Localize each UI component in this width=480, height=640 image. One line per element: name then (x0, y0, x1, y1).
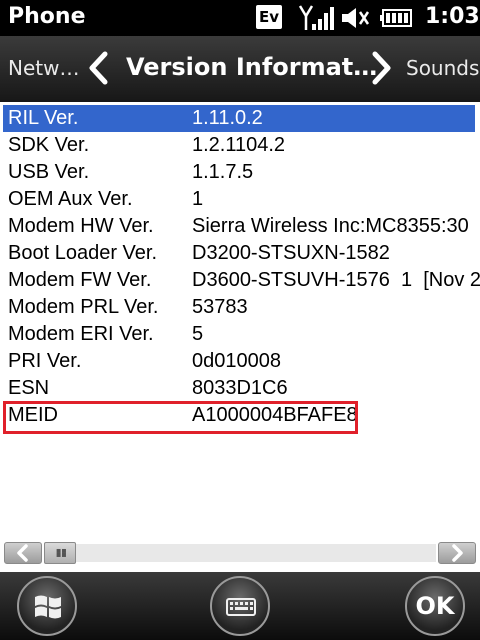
list-item-oem-aux-ver[interactable]: OEM Aux Ver. 1 (0, 186, 480, 213)
meid-highlight-box (3, 401, 358, 434)
row-label: OEM Aux Ver. (8, 188, 133, 210)
clock[interactable]: 1:03 (425, 4, 480, 29)
ev-network-icon[interactable]: Ev (256, 5, 282, 29)
row-label: USB Ver. (8, 161, 90, 183)
list-item-modem-eri-ver[interactable]: Modem ERI Ver. 5 (0, 321, 480, 348)
list-item-usb-ver[interactable]: USB Ver. 1.1.7.5 (0, 159, 480, 186)
row-value: D3600-STSUVH-1576 1 [Nov 2 (192, 269, 480, 291)
keyboard-icon (226, 598, 256, 616)
page-title: Version Informat… (126, 53, 378, 81)
keyboard-button[interactable] (210, 576, 270, 636)
row-value: D3200-STSUXN-1582 (192, 242, 390, 264)
row-value: 1 (192, 188, 204, 210)
row-value: 8033D1C6 (192, 377, 288, 399)
windows-logo-icon (35, 595, 61, 619)
scroll-left-button[interactable] (4, 542, 42, 564)
row-label: Boot Loader Ver. (8, 242, 158, 264)
scroll-track[interactable] (44, 544, 436, 562)
tab-navigation-header: Netw… Version Informat… Sounds (0, 36, 480, 102)
chevron-left-icon[interactable] (86, 50, 110, 86)
row-value: 53783 (192, 296, 248, 318)
ok-label: OK (415, 592, 455, 620)
horizontal-scrollbar[interactable]: ▪▪ ▪▪ (4, 540, 476, 566)
app-title[interactable]: Phone (8, 4, 85, 29)
list-item-modem-hw-ver[interactable]: Modem HW Ver. Sierra Wireless Inc:MC8355… (0, 213, 480, 240)
row-label: RIL Ver. (8, 107, 79, 129)
row-label: PRI Ver. (8, 350, 82, 372)
list-item-modem-prl-ver[interactable]: Modem PRL Ver. 53783 (0, 294, 480, 321)
speaker-icon[interactable] (340, 6, 370, 30)
list-item-ril-ver[interactable]: RIL Ver. 1.11.0.2 (3, 105, 475, 132)
softkey-bar: OK (0, 572, 480, 640)
scroll-thumb[interactable]: ▪▪ ▪▪ (44, 542, 76, 564)
row-label: Modem PRL Ver. (8, 296, 159, 318)
row-value: 1.11.0.2 (192, 107, 263, 129)
chevron-right-icon (452, 544, 463, 562)
next-page-label[interactable]: Sounds (406, 56, 479, 80)
row-value: 1.1.7.5 (192, 161, 254, 183)
list-item-esn[interactable]: ESN 8033D1C6 (0, 375, 480, 402)
prev-page-label[interactable]: Netw… (8, 56, 79, 80)
start-button[interactable] (17, 576, 77, 636)
ok-button[interactable]: OK (405, 576, 465, 636)
row-value: 0d010008 (192, 350, 281, 372)
row-label: Modem ERI Ver. (8, 323, 154, 345)
row-value: 5 (192, 323, 204, 345)
list-item-sdk-ver[interactable]: SDK Ver. 1.2.1104.2 (0, 132, 480, 159)
list-item-pri-ver[interactable]: PRI Ver. 0d010008 (0, 348, 480, 375)
row-value: 1.2.1104.2 (192, 134, 286, 156)
grip-icon: ▪▪ ▪▪ (56, 546, 67, 559)
status-bar: Phone Ev 1:03 (0, 0, 480, 36)
signal-icon[interactable] (298, 3, 336, 33)
row-label: SDK Ver. (8, 134, 90, 156)
battery-icon[interactable] (380, 9, 412, 27)
chevron-right-icon[interactable] (370, 50, 394, 86)
row-value: Sierra Wireless Inc:MC8355:30 (192, 215, 469, 237)
row-label: ESN (8, 377, 50, 399)
chevron-left-icon (17, 544, 28, 562)
list-item-modem-fw-ver[interactable]: Modem FW Ver. D3600-STSUVH-1576 1 [Nov 2 (0, 267, 480, 294)
scroll-right-button[interactable] (438, 542, 476, 564)
row-label: Modem HW Ver. (8, 215, 154, 237)
list-item-boot-loader-ver[interactable]: Boot Loader Ver. D3200-STSUXN-1582 (0, 240, 480, 267)
version-info-list: RIL Ver. 1.11.0.2 SDK Ver. 1.2.1104.2 US… (0, 105, 480, 535)
row-label: Modem FW Ver. (8, 269, 152, 291)
